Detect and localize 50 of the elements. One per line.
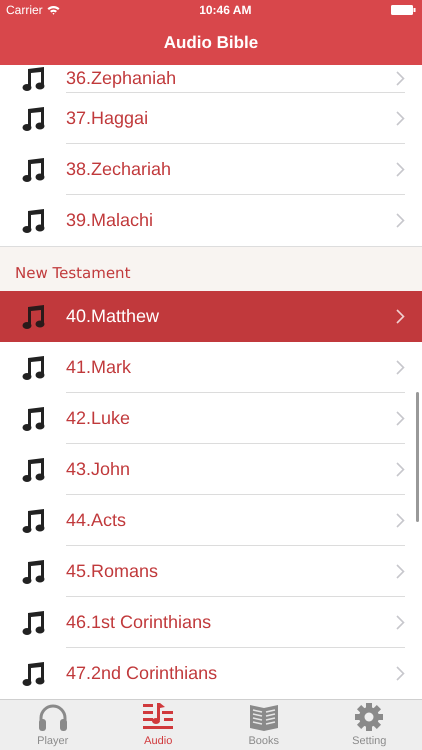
tab[interactable]: Audio — [106, 700, 211, 750]
music-note-icon — [22, 610, 46, 636]
music-note-icon — [22, 558, 46, 584]
list-row[interactable]: 40.Matthew — [0, 291, 422, 342]
music-note-icon — [22, 456, 46, 482]
status-time: 10:46 AM — [199, 2, 252, 19]
carrier-label: Carrier — [6, 2, 43, 19]
music-note-icon — [22, 66, 46, 92]
music-note-icon — [22, 406, 46, 432]
settings-icon — [354, 702, 384, 732]
book-title: 41.Mark — [66, 356, 132, 378]
book-title: 39.Malachi — [66, 209, 154, 232]
music-note-icon — [22, 660, 46, 686]
chevron-icon — [396, 512, 405, 528]
tab[interactable]: Player — [0, 700, 106, 750]
book-title: 44.Acts — [66, 508, 126, 532]
section-title: New Testament — [15, 262, 130, 284]
book-title: 42.Luke — [66, 406, 130, 430]
book-title: 38.Zechariah — [66, 158, 172, 180]
tab[interactable]: Books — [211, 700, 316, 750]
book-title: 47.2nd Corinthians — [66, 662, 218, 685]
music-note-icon — [22, 208, 46, 234]
chevron-icon — [396, 360, 405, 374]
headphones-icon — [36, 702, 69, 732]
chevron-icon — [396, 614, 405, 630]
battery-icon — [390, 5, 416, 15]
chevron-icon — [396, 71, 405, 86]
chevron-icon — [396, 462, 405, 476]
chevron-icon — [396, 213, 405, 228]
chevron-icon — [396, 410, 405, 426]
chevron-icon — [396, 110, 405, 126]
music-note-icon — [22, 354, 46, 380]
book-title: 37.Haggai — [66, 106, 148, 130]
music-note-icon — [22, 304, 46, 330]
music-list-icon — [142, 702, 174, 732]
book-title: 43.John — [66, 458, 130, 480]
wifi-icon — [46, 5, 60, 15]
book-title: 46.1st Corinthians — [66, 610, 212, 634]
book-title: 36.Zephaniah — [66, 67, 176, 90]
music-note-icon — [22, 106, 46, 132]
book-title: 40.Matthew — [66, 305, 160, 328]
music-note-icon — [22, 156, 46, 182]
chevron-icon — [396, 162, 405, 176]
nav-title: Audio Bible — [164, 32, 258, 54]
music-note-icon — [22, 508, 46, 534]
tab[interactable]: Setting — [316, 700, 422, 750]
book-title: 45.Romans — [66, 560, 158, 582]
chevron-icon — [396, 666, 405, 681]
chevron-icon — [396, 309, 405, 324]
chevron-icon — [396, 564, 405, 578]
